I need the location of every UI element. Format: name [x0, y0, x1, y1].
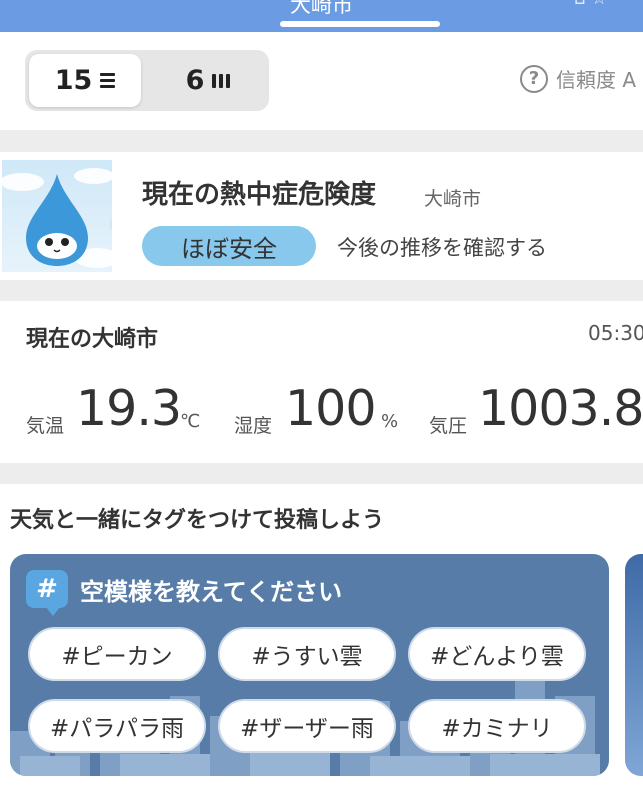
bars-icon: [212, 73, 231, 88]
view-6-button[interactable]: 6: [152, 54, 264, 107]
next-card-peek[interactable]: [625, 554, 643, 776]
question-icon[interactable]: ?: [520, 64, 548, 93]
humidity-label: 湿度: [234, 415, 273, 437]
view-toggle: 15 6: [25, 50, 269, 111]
view-15-button[interactable]: 15: [29, 54, 141, 107]
view-6-label: 6: [185, 65, 205, 96]
observation-time: 05:30: [588, 321, 643, 345]
humidity-unit: %: [381, 411, 399, 432]
pressure-label: 気圧: [429, 415, 468, 437]
temperature-label: 気温: [26, 415, 65, 437]
hashtag-icon: #: [26, 570, 68, 616]
pressure-value: 1003.8: [478, 380, 643, 437]
reliability-info[interactable]: ? 信頼度 A: [520, 64, 636, 93]
view-15-label: 15: [54, 65, 93, 96]
humidity-value: 100: [285, 380, 377, 437]
tag-chip[interactable]: #ザーザー雨: [218, 699, 396, 753]
tag-chip[interactable]: #ピーカン: [28, 627, 206, 681]
weather-title: 現在の大崎市: [26, 327, 159, 352]
list-icon: [100, 73, 116, 88]
risk-level-badge: ほぼ安全: [142, 226, 316, 266]
heatstroke-city: 大崎市: [424, 188, 482, 210]
temperature-value: 19.3: [76, 380, 182, 437]
mascot-image: [2, 160, 112, 272]
current-weather-card: 現在の大崎市 05:30 気温 19.3 ℃ 湿度 100 % 気圧 1003.…: [0, 301, 643, 463]
tag-chip[interactable]: #うすい雲: [218, 627, 396, 681]
city-tab-label[interactable]: 大崎市: [0, 0, 643, 18]
temperature-unit: ℃: [180, 411, 201, 432]
trend-link[interactable]: 今後の推移を確認する: [337, 232, 547, 262]
active-tab-indicator: [280, 21, 440, 27]
tag-card-title: 空模様を教えてください: [80, 578, 343, 606]
reliability-label: 信頼度 A: [556, 68, 637, 92]
header-bar: 大崎市 ⌂ ☆: [0, 0, 643, 32]
tag-chip[interactable]: #パラパラ雨: [28, 699, 206, 753]
header-icons-fragment: ⌂ ☆: [574, 0, 607, 9]
sky-tag-card: # 空模様を教えてください #ピーカン #うすい雲 #どんより雲 #パラパラ雨 …: [10, 554, 609, 776]
heatstroke-title: 現在の熱中症危険度: [142, 180, 377, 210]
post-section-title: 天気と一緒にタグをつけて投稿しよう: [10, 508, 385, 533]
tag-chip[interactable]: #カミナリ: [408, 699, 586, 753]
post-section: 天気と一緒にタグをつけて投稿しよう # 空模様を教えてください #ピーカン #う…: [0, 484, 643, 793]
tag-chip[interactable]: #どんより雲: [408, 627, 586, 681]
heatstroke-card[interactable]: 現在の熱中症危険度 大崎市 ほぼ安全 今後の推移を確認する: [0, 152, 643, 280]
controls-row: 15 6 ? 信頼度 A: [0, 32, 643, 130]
